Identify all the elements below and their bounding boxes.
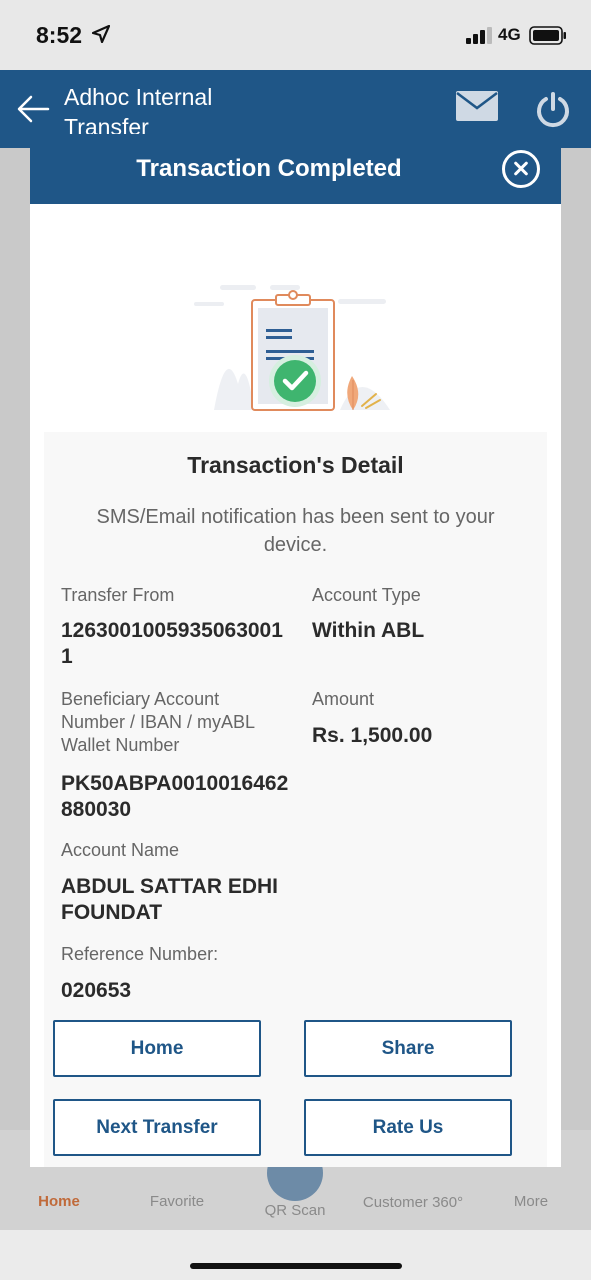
page-title: Adhoc Internal Transfer [64, 84, 213, 140]
power-icon[interactable] [535, 92, 571, 128]
account-name-label: Account Name [61, 840, 180, 860]
account-type-label: Account Type [312, 585, 421, 605]
home-button[interactable]: Home [53, 1020, 261, 1077]
location-icon [92, 25, 110, 43]
modal-header: Transaction Completed [30, 134, 561, 204]
battery-icon [529, 26, 566, 45]
transfer-from-label: Transfer From [61, 585, 175, 605]
status-time: 8:52 [36, 22, 83, 48]
tab-more[interactable]: More [476, 1193, 586, 1210]
amount-value: Rs. 1,500.00 [312, 724, 433, 747]
detail-title: Transaction's Detail [187, 452, 404, 478]
modal-title: Transaction Completed [136, 155, 402, 182]
tab-favorite[interactable]: Favorite [122, 1193, 232, 1210]
home-indicator-area [0, 1230, 591, 1280]
network-type: 4G [498, 25, 521, 44]
home-indicator[interactable] [190, 1263, 402, 1269]
tab-qr-scan[interactable]: QR Scan [240, 1202, 350, 1219]
rate-us-button[interactable]: Rate Us [304, 1099, 512, 1156]
signal-icon [466, 27, 492, 44]
beneficiary-value: PK50ABPA0010016462880030 [61, 772, 289, 821]
tab-home[interactable]: Home [4, 1193, 114, 1210]
tab-customer-360[interactable]: Customer 360° [358, 1193, 468, 1213]
reference-value: 020653 [61, 979, 132, 1002]
reference-label: Reference Number: [61, 944, 219, 964]
success-clipboard-illustration [194, 285, 390, 411]
status-bar: 8:52 4G [0, 0, 591, 70]
transaction-detail-panel: Transaction's Detail SMS/Email notificat… [44, 432, 547, 1167]
mail-icon[interactable] [455, 90, 499, 122]
beneficiary-label: Beneficiary Account Number / IBAN / myAB… [61, 689, 255, 755]
next-transfer-button[interactable]: Next Transfer [53, 1099, 261, 1156]
close-icon[interactable] [502, 150, 540, 188]
account-name-value: ABDUL SATTAR EDHI FOUNDAT [61, 875, 278, 924]
amount-label: Amount [312, 689, 375, 709]
transaction-completed-modal: Transaction Completed Transaction's Deta… [30, 134, 561, 1167]
share-button[interactable]: Share [304, 1020, 512, 1077]
notification-note: SMS/Email notification has been sent to … [96, 506, 495, 556]
back-arrow-icon[interactable] [16, 94, 50, 124]
transfer-from-value: 12630010059350630011 [61, 619, 283, 668]
account-type-value: Within ABL [312, 619, 425, 642]
